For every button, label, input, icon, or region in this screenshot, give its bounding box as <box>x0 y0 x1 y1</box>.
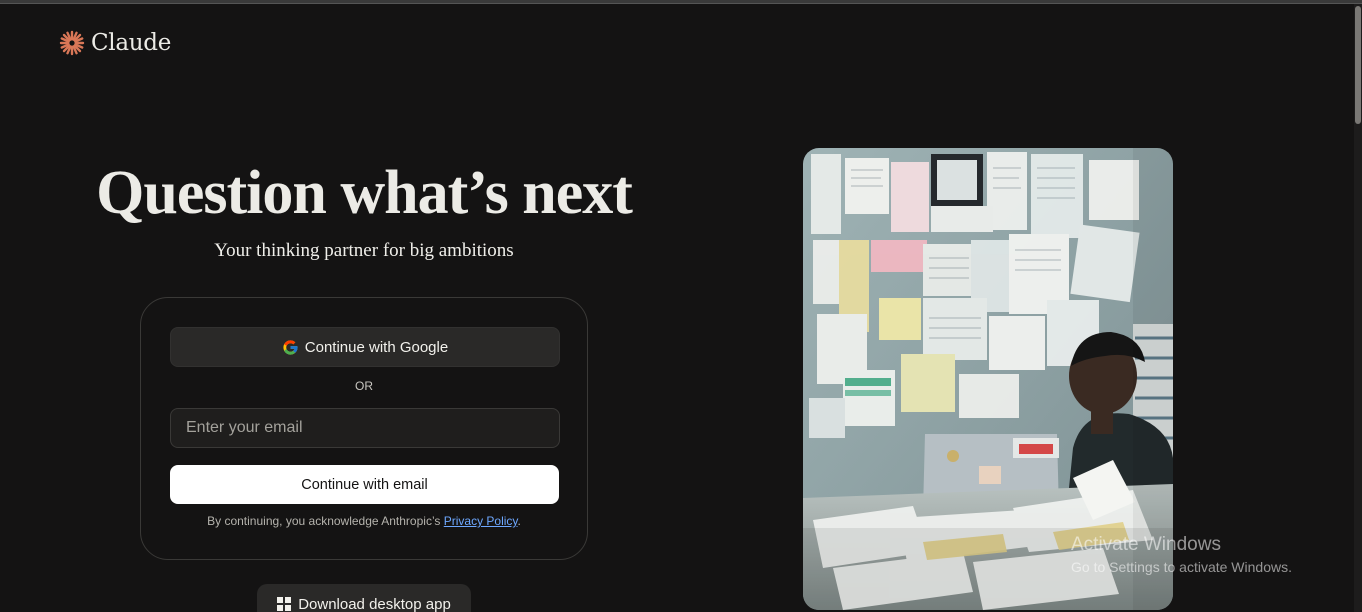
brand-logo[interactable]: Claude <box>59 30 171 56</box>
login-card: Continue with Google OR Continue with em… <box>140 297 588 560</box>
windows-activation-watermark: Activate Windows Go to Settings to activ… <box>1071 534 1292 575</box>
or-divider: OR <box>355 379 373 393</box>
windows-icon <box>277 597 292 611</box>
page-scrollbar[interactable] <box>1354 4 1362 612</box>
legal-prefix: By continuing, you acknowledge Anthropic… <box>207 514 444 528</box>
legal-suffix: . <box>517 514 521 528</box>
page-headline: Question what’s next <box>96 159 633 227</box>
legal-notice: By continuing, you acknowledge Anthropic… <box>141 514 587 528</box>
watermark-subtitle: Go to Settings to activate Windows. <box>1071 559 1292 575</box>
download-button-label: Download desktop app <box>298 595 451 612</box>
browser-top-edge <box>0 0 1362 4</box>
google-icon <box>283 339 298 355</box>
page-subheadline: Your thinking partner for big ambitions <box>214 240 514 261</box>
email-input[interactable] <box>170 408 560 448</box>
scrollbar-thumb[interactable] <box>1355 6 1361 124</box>
watermark-title: Activate Windows <box>1071 534 1221 555</box>
download-desktop-app-button[interactable]: Download desktop app <box>257 584 471 612</box>
google-button-label: Continue with Google <box>304 338 449 356</box>
privacy-policy-link[interactable]: Privacy Policy <box>444 514 518 528</box>
brand-name: Claude <box>91 30 172 56</box>
claude-spark-icon <box>59 30 85 56</box>
continue-with-google-button[interactable]: Continue with Google <box>170 327 560 367</box>
continue-with-email-button[interactable]: Continue with email <box>170 465 559 504</box>
